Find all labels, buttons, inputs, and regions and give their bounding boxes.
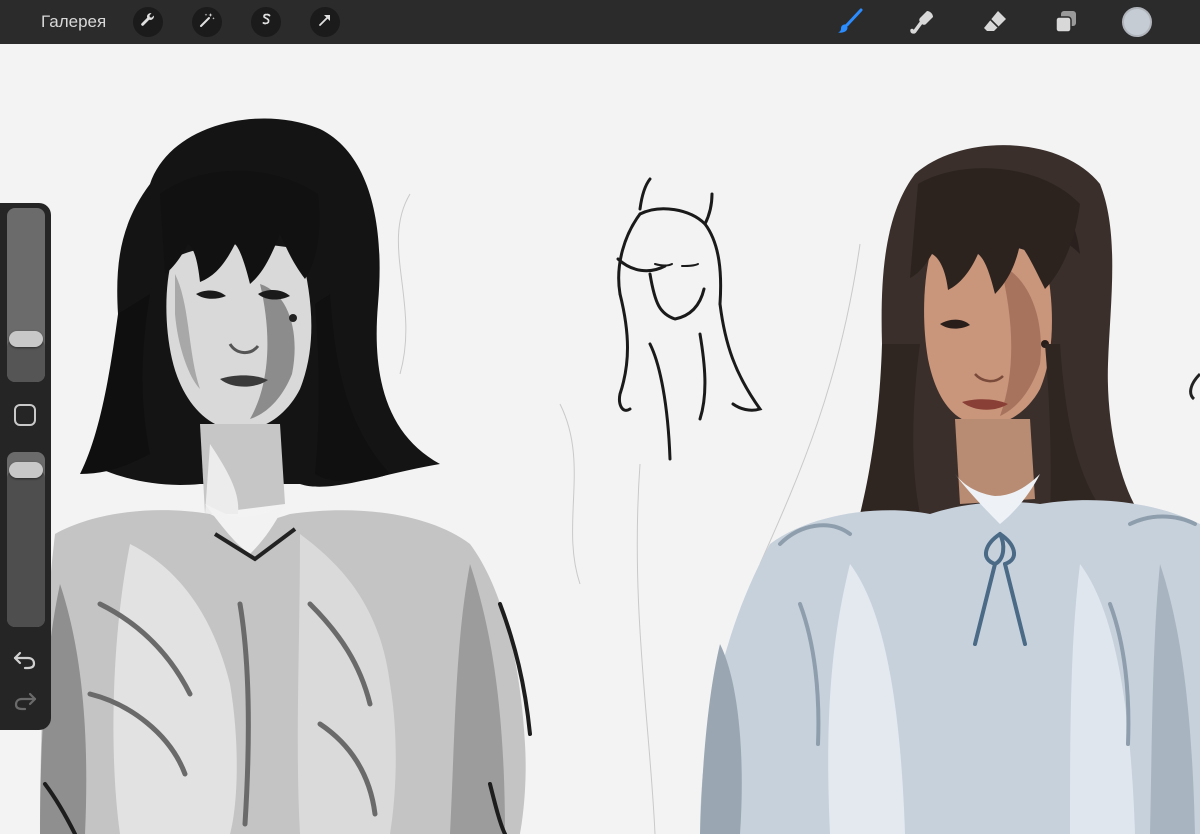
smudge-icon — [907, 11, 939, 42]
left-sidebar — [0, 203, 51, 730]
canvas-artwork — [40, 118, 1200, 834]
layers-button[interactable] — [1050, 6, 1082, 38]
eraser-icon — [979, 11, 1011, 42]
gallery-button[interactable]: Галерея — [41, 11, 106, 33]
wrench-icon — [139, 11, 157, 34]
redo-button[interactable] — [11, 687, 39, 715]
brush-icon — [834, 8, 866, 42]
color-picker-button[interactable] — [1122, 7, 1152, 37]
opacity-fill — [7, 470, 45, 627]
opacity-knob[interactable] — [9, 462, 43, 479]
drawing-canvas[interactable] — [0, 44, 1200, 834]
adjustments-button[interactable] — [192, 7, 222, 37]
opacity-slider[interactable] — [7, 452, 45, 627]
actions-wrench-button[interactable] — [133, 7, 163, 37]
brush-tool-button[interactable] — [834, 6, 866, 38]
selection-s-icon — [257, 11, 275, 34]
modify-button[interactable] — [14, 404, 36, 426]
brush-size-knob[interactable] — [9, 330, 43, 347]
undo-button[interactable] — [11, 646, 39, 674]
transform-arrow-icon — [316, 11, 334, 34]
top-toolbar: Галерея — [0, 0, 1200, 44]
grayscale-portrait — [40, 118, 532, 834]
selection-button[interactable] — [251, 7, 281, 37]
transform-button[interactable] — [310, 7, 340, 37]
redo-icon — [11, 692, 39, 719]
line-sketch — [616, 177, 763, 461]
brush-size-slider[interactable] — [7, 208, 45, 382]
undo-icon — [11, 651, 39, 678]
magic-wand-icon — [198, 11, 216, 34]
eraser-tool-button[interactable] — [979, 6, 1011, 38]
smudge-tool-button[interactable] — [907, 6, 939, 38]
layers-icon — [1050, 11, 1082, 42]
color-portrait — [700, 145, 1200, 834]
